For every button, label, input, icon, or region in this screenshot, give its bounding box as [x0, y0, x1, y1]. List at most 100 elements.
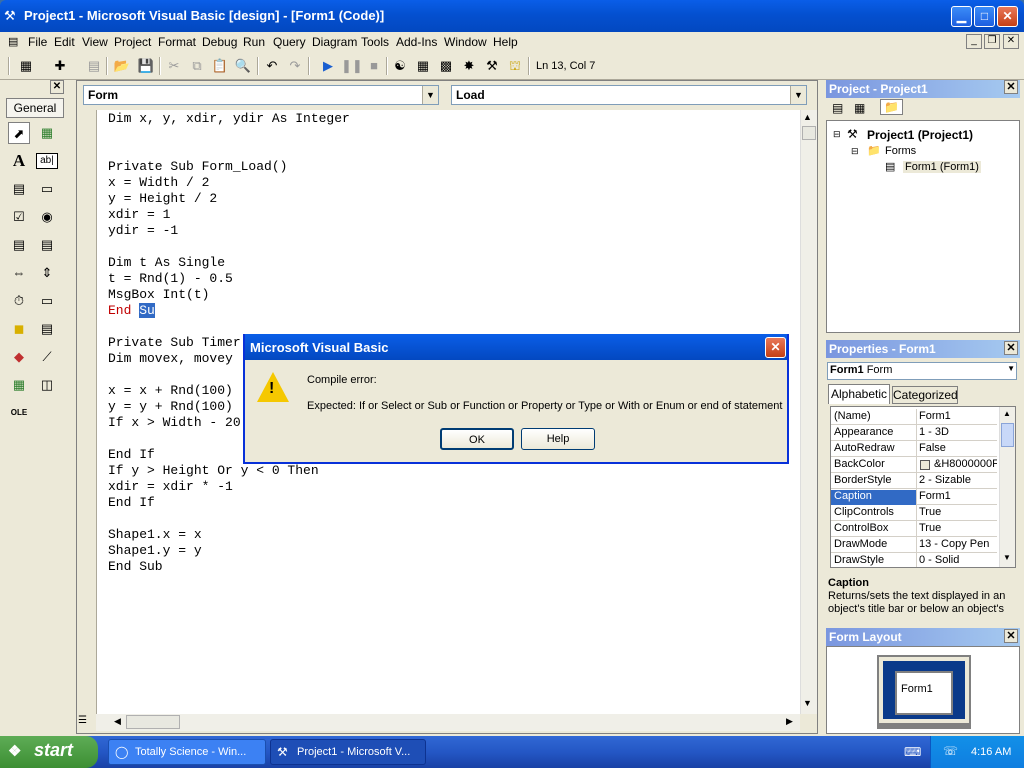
property-value[interactable]: 1 - 3D: [919, 426, 997, 438]
save-project-icon[interactable]: 💾: [136, 56, 156, 76]
toolbox-tab-general[interactable]: General: [6, 98, 64, 118]
form1-preview[interactable]: Form1: [895, 671, 953, 715]
scroll-down-icon[interactable]: ▼: [803, 698, 812, 708]
scroll-right-icon[interactable]: ▶: [786, 716, 793, 727]
cut-icon[interactable]: ✂: [164, 56, 184, 76]
project-explorer-icon[interactable]: ☯: [390, 56, 410, 76]
hscrollbar-icon[interactable]: ⇔: [8, 262, 30, 284]
property-row[interactable]: ControlBox True: [831, 521, 997, 537]
dirlistbox-icon[interactable]: ◼: [8, 318, 30, 340]
mdi-minimize-button[interactable]: _: [966, 34, 982, 49]
code-vertical-scrollbar[interactable]: ▲ ▼: [800, 110, 817, 714]
network-icon[interactable]: ☏: [943, 744, 958, 758]
menu-format[interactable]: Format: [158, 35, 196, 49]
maximize-button[interactable]: □: [974, 6, 995, 27]
image-icon[interactable]: ▦: [8, 374, 30, 396]
start-icon[interactable]: ▶: [318, 56, 338, 76]
chevron-down-icon[interactable]: ▼: [422, 86, 438, 104]
add-form-icon[interactable]: ✚: [50, 56, 70, 76]
property-value[interactable]: Form1: [919, 490, 997, 502]
procedure-combo[interactable]: Load ▼: [451, 85, 807, 105]
property-value[interactable]: &H8000000F: [934, 458, 997, 470]
menu-addins[interactable]: Add-Ins: [396, 35, 437, 49]
menu-debug[interactable]: Debug: [202, 35, 237, 49]
menu-project[interactable]: Project: [114, 35, 151, 49]
ole-icon[interactable]: OLE: [8, 402, 30, 424]
add-project-icon[interactable]: ▦: [16, 56, 36, 76]
property-value[interactable]: 13 - Copy Pen: [919, 538, 997, 550]
filelistbox-icon[interactable]: ▤: [36, 318, 58, 340]
listbox-icon[interactable]: ▤: [36, 234, 58, 256]
keyboard-icon[interactable]: ⌨: [904, 745, 921, 759]
commandbutton-icon[interactable]: ▭: [36, 178, 58, 200]
object-combo[interactable]: Form ▼: [83, 85, 439, 105]
copy-icon[interactable]: ⧉: [187, 56, 207, 76]
tab-categorized[interactable]: Categorized: [892, 386, 958, 404]
menu-run[interactable]: Run: [243, 35, 265, 49]
picturebox-icon[interactable]: ▦: [36, 122, 58, 144]
end-icon[interactable]: ■: [364, 56, 384, 76]
mdi-close-button[interactable]: ✕: [1003, 34, 1019, 49]
property-row[interactable]: DrawMode 13 - Copy Pen: [831, 537, 997, 553]
paste-icon[interactable]: 📋: [210, 56, 230, 76]
help-button[interactable]: Help: [521, 428, 595, 450]
timer-icon[interactable]: ⏱: [8, 290, 30, 312]
property-row[interactable]: DrawStyle 0 - Solid: [831, 553, 997, 567]
menu-edit[interactable]: Edit: [54, 35, 75, 49]
taskbar-item-vb[interactable]: ⚒ Project1 - Microsoft V...: [270, 739, 426, 765]
data-view-icon[interactable]: ⛫: [505, 56, 525, 76]
property-row-selected[interactable]: Caption Form1: [831, 489, 997, 505]
property-value[interactable]: True: [919, 522, 997, 534]
redo-icon[interactable]: ↷: [285, 56, 305, 76]
drivelistbox-icon[interactable]: ▭: [36, 290, 58, 312]
project-panel-close-button[interactable]: ✕: [1004, 80, 1018, 94]
property-row[interactable]: BorderStyle 2 - Sizable: [831, 473, 997, 489]
optionbutton-icon[interactable]: ◉: [36, 206, 58, 228]
property-value[interactable]: 2 - Sizable: [919, 474, 997, 486]
frame-icon[interactable]: ▤: [8, 178, 30, 200]
property-value[interactable]: True: [919, 506, 997, 518]
tree-forms-folder[interactable]: Forms: [885, 145, 916, 157]
property-row[interactable]: (Name) Form1: [831, 409, 997, 425]
scroll-up-icon[interactable]: ▲: [803, 112, 812, 122]
procedure-view-icon[interactable]: ☰: [78, 715, 87, 726]
clock[interactable]: 4:16 AM: [971, 746, 1011, 758]
scroll-down-icon[interactable]: ▼: [1003, 553, 1011, 562]
property-row[interactable]: Appearance 1 - 3D: [831, 425, 997, 441]
tree-collapse-icon[interactable]: ⊟: [851, 146, 859, 157]
menu-tools[interactable]: Tools: [361, 35, 389, 49]
property-row[interactable]: ClipControls True: [831, 505, 997, 521]
scroll-thumb[interactable]: [1001, 423, 1014, 447]
taskbar-item-browser[interactable]: ◯ Totally Science - Win...: [108, 739, 266, 765]
line-icon[interactable]: ⟋: [36, 346, 58, 368]
tree-project-root[interactable]: Project1 (Project1): [867, 128, 973, 142]
dialog-close-button[interactable]: ✕: [765, 337, 786, 358]
find-icon[interactable]: 🔍: [233, 56, 253, 76]
property-value[interactable]: False: [919, 442, 997, 454]
checkbox-icon[interactable]: ☑: [8, 206, 30, 228]
property-row[interactable]: AutoRedraw False: [831, 441, 997, 457]
scroll-left-icon[interactable]: ◀: [114, 716, 121, 727]
tree-collapse-icon[interactable]: ⊟: [833, 129, 841, 140]
window-titlebar[interactable]: ⚒ Project1 - Microsoft Visual Basic [des…: [0, 0, 1024, 32]
toolbox-close-button[interactable]: ✕: [50, 80, 64, 94]
mdi-child-icon[interactable]: ▤: [8, 35, 18, 48]
menu-view[interactable]: View: [82, 35, 108, 49]
break-icon[interactable]: ❚❚: [341, 56, 363, 76]
toolbox-icon[interactable]: ⚒: [482, 56, 502, 76]
view-code-icon[interactable]: ▤: [832, 101, 843, 115]
properties-window-icon[interactable]: ▦: [413, 56, 433, 76]
menu-diagram[interactable]: Diagram: [312, 35, 357, 49]
dialog-titlebar[interactable]: Microsoft Visual Basic: [245, 334, 787, 360]
mdi-restore-button[interactable]: ❐: [984, 34, 1000, 49]
tab-alphabetic[interactable]: Alphabetic: [828, 384, 890, 404]
property-row[interactable]: BackColor &H8000000F: [831, 457, 997, 473]
view-object-icon[interactable]: ▦: [854, 101, 865, 115]
undo-icon[interactable]: ↶: [262, 56, 282, 76]
properties-panel-close-button[interactable]: ✕: [1004, 341, 1018, 355]
code-horizontal-scrollbar[interactable]: ☰ ◀ ▶: [78, 714, 800, 731]
property-value[interactable]: 0 - Solid: [919, 554, 997, 566]
menu-file[interactable]: File: [28, 35, 47, 49]
menu-editor-icon[interactable]: ▤: [84, 56, 104, 76]
scroll-up-icon[interactable]: ▲: [1003, 409, 1011, 418]
